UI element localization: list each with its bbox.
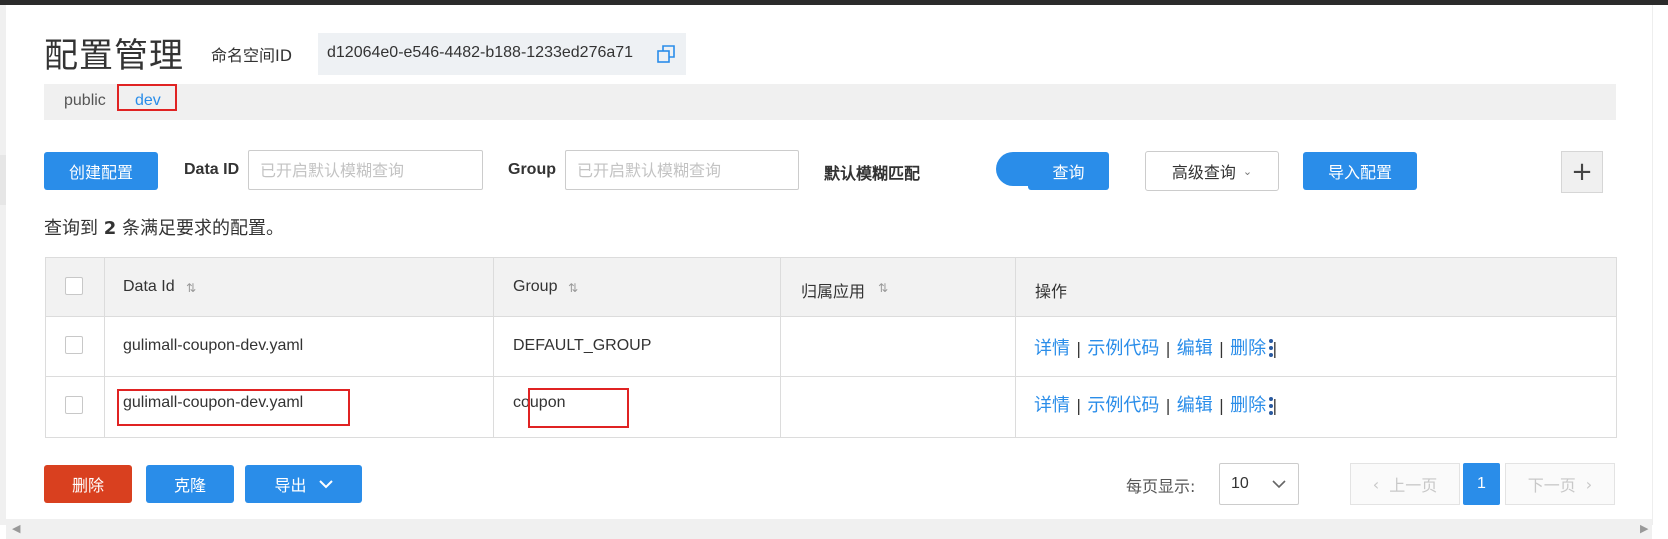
row-group: DEFAULT_GROUP bbox=[513, 337, 652, 354]
row-checkbox[interactable] bbox=[65, 336, 83, 354]
window-top-bar bbox=[0, 0, 1668, 5]
detail-link[interactable]: 详情 bbox=[1034, 338, 1070, 359]
group-label: Group bbox=[508, 161, 556, 178]
sample-code-link[interactable]: 示例代码 bbox=[1087, 395, 1159, 416]
select-all-checkbox[interactable] bbox=[65, 277, 83, 295]
chevron-down-icon: ⌄ bbox=[1242, 164, 1253, 178]
action-separator: | bbox=[1165, 396, 1171, 415]
batch-delete-button[interactable]: 删除 bbox=[44, 465, 132, 503]
column-divider bbox=[104, 258, 105, 437]
more-options-icon[interactable] bbox=[1268, 397, 1274, 415]
table-header: Data Id ⇅ Group ⇅ 归属应用 ⇅ 操作 bbox=[46, 258, 1616, 317]
chevron-left-icon: ‹ bbox=[1372, 474, 1380, 494]
export-label: 导出 bbox=[274, 476, 307, 495]
column-divider bbox=[1015, 258, 1016, 437]
current-page-button[interactable]: 1 bbox=[1463, 463, 1500, 505]
row-actions: 详情 | 示例代码 | 编辑 | 删除 | bbox=[1034, 334, 1284, 360]
row-checkbox[interactable] bbox=[65, 396, 83, 414]
sort-icon[interactable]: ⇅ bbox=[186, 281, 196, 295]
data-id-label: Data ID bbox=[184, 161, 240, 178]
row-actions: 详情 | 示例代码 | 编辑 | 删除 | bbox=[1034, 391, 1284, 417]
table-row: gulimall-coupon-dev.yaml DEFAULT_GROUP 详… bbox=[46, 317, 1616, 377]
data-id-search-input[interactable] bbox=[248, 150, 483, 190]
action-separator: | bbox=[1165, 339, 1171, 358]
clone-button[interactable]: 克隆 bbox=[146, 465, 234, 503]
highlight-box-dev bbox=[117, 84, 177, 111]
group-search-input[interactable] bbox=[565, 150, 799, 190]
action-separator: | bbox=[1218, 339, 1225, 358]
summary-prefix: 查询到 bbox=[44, 218, 98, 239]
advanced-query-label: 高级查询 bbox=[1171, 163, 1236, 182]
highlight-box-group bbox=[528, 388, 629, 428]
page-title: 配置管理 bbox=[44, 36, 184, 76]
query-summary: 查询到 2 条满足要求的配置。 bbox=[44, 214, 284, 240]
horizontal-scrollbar[interactable]: ◀ ▶ bbox=[6, 519, 1652, 539]
fuzzy-match-label: 默认模糊匹配 bbox=[824, 166, 921, 183]
column-header-app[interactable]: 归属应用 bbox=[801, 278, 865, 302]
next-page-button[interactable]: 下一页 › bbox=[1505, 463, 1615, 505]
column-divider bbox=[493, 258, 494, 437]
chevron-down-icon bbox=[1272, 480, 1286, 489]
detail-link[interactable]: 详情 bbox=[1034, 395, 1070, 416]
namespace-id-box: d12064e0-e546-4482-b188-1233ed276a71 bbox=[318, 33, 686, 75]
chevron-right-icon: › bbox=[1585, 474, 1593, 494]
query-button[interactable]: 查询 bbox=[1028, 152, 1109, 190]
sort-icon[interactable]: ⇅ bbox=[878, 281, 888, 295]
left-sidebar-edge bbox=[0, 5, 6, 525]
prev-page-button[interactable]: ‹ 上一页 bbox=[1350, 463, 1460, 505]
copy-icon[interactable] bbox=[657, 45, 675, 63]
delete-link[interactable]: 删除 bbox=[1230, 395, 1266, 416]
advanced-query-button[interactable]: 高级查询 ⌄ bbox=[1145, 151, 1279, 191]
action-separator: | bbox=[1218, 396, 1225, 415]
row-data-id: gulimall-coupon-dev.yaml bbox=[123, 337, 304, 354]
add-namespace-button[interactable]: + bbox=[1561, 151, 1603, 193]
column-header-data-id[interactable]: Data Id bbox=[123, 278, 175, 296]
action-separator: | bbox=[1076, 396, 1082, 415]
page-size-label: 每页显示: bbox=[1126, 477, 1196, 496]
export-button[interactable]: 导出 bbox=[245, 465, 362, 503]
sort-icon[interactable]: ⇅ bbox=[568, 281, 578, 295]
next-page-label: 下一页 bbox=[1527, 476, 1576, 495]
create-config-button[interactable]: 创建配置 bbox=[44, 152, 158, 190]
page-size-select[interactable]: 10 bbox=[1219, 463, 1299, 505]
namespace-id-value: d12064e0-e546-4482-b188-1233ed276a71 bbox=[327, 44, 634, 61]
highlight-box-data-id bbox=[117, 389, 350, 426]
vertical-scrollbar[interactable] bbox=[1652, 5, 1668, 525]
edit-link[interactable]: 编辑 bbox=[1177, 338, 1213, 359]
page-size-value: 10 bbox=[1231, 475, 1249, 492]
summary-count: 2 bbox=[103, 218, 117, 239]
prev-page-label: 上一页 bbox=[1389, 476, 1438, 495]
namespace-id-label: 命名空间ID bbox=[211, 46, 293, 65]
namespace-tab-public[interactable]: public bbox=[64, 92, 106, 110]
edit-link[interactable]: 编辑 bbox=[1177, 395, 1213, 416]
delete-link[interactable]: 删除 bbox=[1230, 338, 1266, 359]
column-divider bbox=[780, 258, 781, 437]
scroll-left-icon[interactable]: ◀ bbox=[12, 522, 20, 535]
column-header-actions: 操作 bbox=[1035, 284, 1068, 301]
column-header-group[interactable]: Group bbox=[513, 278, 557, 296]
summary-suffix: 条满足要求的配置。 bbox=[122, 218, 284, 239]
scroll-right-icon[interactable]: ▶ bbox=[1640, 522, 1648, 535]
namespace-tabs: public dev bbox=[44, 84, 1616, 120]
import-config-button[interactable]: 导入配置 bbox=[1303, 152, 1417, 190]
action-separator: | bbox=[1076, 339, 1082, 358]
more-options-icon[interactable] bbox=[1268, 339, 1274, 357]
sample-code-link[interactable]: 示例代码 bbox=[1087, 338, 1159, 359]
sidebar-active-mark bbox=[0, 155, 6, 205]
chevron-down-icon bbox=[318, 479, 333, 488]
